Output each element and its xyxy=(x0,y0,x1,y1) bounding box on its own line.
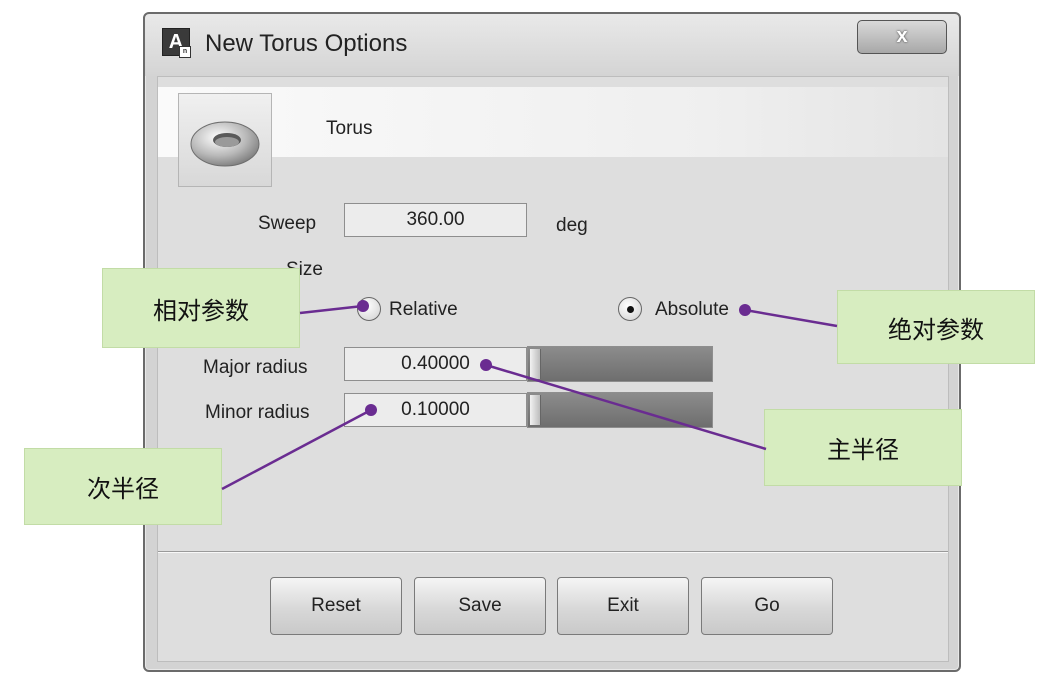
minor-radius-field[interactable]: 0.10000 xyxy=(344,393,527,427)
major-radius-slider-thumb[interactable] xyxy=(530,349,541,379)
close-button[interactable]: x xyxy=(857,20,947,54)
major-radius-label: Major radius xyxy=(203,357,308,378)
reset-button[interactable]: Reset xyxy=(270,577,402,635)
sweep-field[interactable]: 360.00 xyxy=(344,203,527,237)
save-button[interactable]: Save xyxy=(414,577,546,635)
minor-radius-slider-thumb[interactable] xyxy=(530,395,541,425)
title-bar[interactable]: A n New Torus Options x xyxy=(145,14,959,76)
torus-icon xyxy=(178,93,272,187)
absolute-radio[interactable] xyxy=(618,297,642,321)
app-icon: A n xyxy=(162,28,191,58)
exit-button[interactable]: Exit xyxy=(557,577,689,635)
header-label: Torus xyxy=(326,118,373,139)
major-radius-slider[interactable] xyxy=(527,346,713,382)
annotation-absolute: 绝对参数 xyxy=(837,290,1035,364)
separator xyxy=(158,551,948,553)
header-band xyxy=(158,87,948,157)
relative-radio[interactable] xyxy=(357,297,381,321)
major-radius-field[interactable]: 0.40000 xyxy=(344,347,527,381)
relative-label[interactable]: Relative xyxy=(389,299,458,321)
dialog-body: Torus Sweep 360.00 deg Size Relative Abs… xyxy=(157,76,949,662)
radio-selected-dot xyxy=(627,306,634,313)
window-title: New Torus Options xyxy=(205,30,408,57)
app-icon-sub: n xyxy=(179,46,191,58)
annotation-relative: 相对参数 xyxy=(102,268,300,348)
go-button[interactable]: Go xyxy=(701,577,833,635)
minor-radius-slider[interactable] xyxy=(527,392,713,428)
absolute-label[interactable]: Absolute xyxy=(655,299,729,321)
sweep-label: Sweep xyxy=(258,213,317,234)
annotation-minor: 次半径 xyxy=(24,448,222,525)
minor-radius-label: Minor radius xyxy=(205,402,310,423)
annotation-major: 主半径 xyxy=(764,409,962,486)
sweep-unit: deg xyxy=(556,215,588,236)
